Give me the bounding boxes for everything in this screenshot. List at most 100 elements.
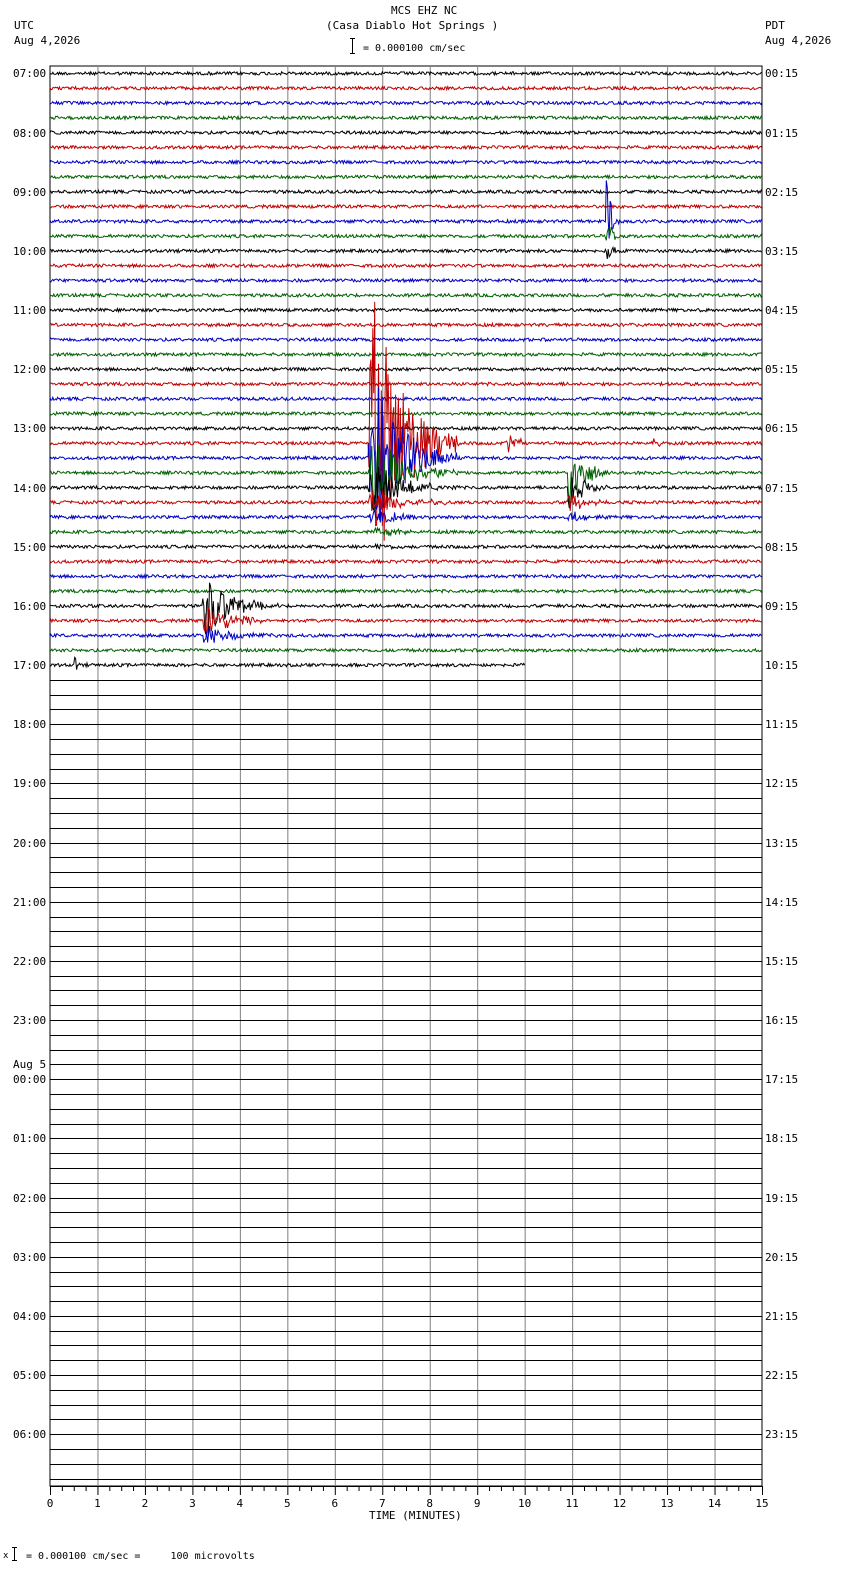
utc-hour-label: 17:00 — [13, 659, 47, 672]
trace-row — [49, 351, 763, 358]
trace-row — [49, 647, 763, 654]
utc-hour-label: 00:00 — [13, 1073, 47, 1086]
x-tick-label: 10 — [518, 1497, 531, 1510]
footer-scale-text: = 0.000100 cm/sec = 100 microvolts — [26, 1551, 255, 1562]
utc-hour-label: 19:00 — [13, 777, 47, 790]
trace-row — [49, 336, 763, 343]
x-tick-label: 15 — [755, 1497, 768, 1510]
trace-row — [49, 380, 763, 388]
trace-row — [49, 587, 763, 595]
utc-hour-label: 18:00 — [13, 718, 47, 731]
utc-hour-label: 23:00 — [13, 1014, 47, 1027]
pdt-hour-label: 17:15 — [765, 1073, 799, 1086]
trace-row — [49, 70, 763, 77]
utc-hour-label: 03:00 — [13, 1251, 47, 1264]
utc-hour-label: 10:00 — [13, 245, 47, 258]
pdt-hour-label: 07:15 — [765, 482, 799, 495]
utc-hour-label: 04:00 — [13, 1310, 47, 1323]
station-location: (Casa Diablo Hot Springs ) — [326, 19, 499, 32]
trace-row — [49, 306, 763, 314]
x-tick-label: 1 — [94, 1497, 101, 1510]
trace-row — [49, 158, 763, 166]
trace-row — [49, 277, 763, 284]
footer-scale-icon — [12, 1547, 17, 1561]
x-tick-label: 9 — [474, 1497, 481, 1510]
seismic-traces — [49, 70, 763, 670]
trace-row — [49, 395, 763, 402]
right-timezone: PDT — [765, 19, 785, 32]
trace-row — [49, 410, 763, 417]
pdt-hour-label: 12:15 — [765, 777, 799, 790]
trace-row — [49, 542, 763, 551]
pdt-hour-label: 06:15 — [765, 422, 799, 435]
utc-hour-label: 02:00 — [13, 1192, 47, 1205]
x-tick-label: 13 — [660, 1497, 673, 1510]
trace-row — [49, 262, 763, 269]
trace-row — [49, 188, 763, 195]
pdt-hour-label: 01:15 — [765, 127, 799, 140]
utc-hour-label: 12:00 — [13, 363, 47, 376]
pdt-hour-label: 02:15 — [765, 186, 799, 199]
trace-row — [49, 626, 763, 643]
utc-hour-label: 20:00 — [13, 837, 47, 850]
trace-row — [49, 99, 763, 107]
utc-hour-label: 15:00 — [13, 541, 47, 554]
pdt-hour-label: 21:15 — [765, 1310, 799, 1323]
utc-hour-label: 16:00 — [13, 600, 47, 613]
x-axis-title: TIME (MINUTES) — [369, 1509, 462, 1522]
pdt-hour-label: 05:15 — [765, 363, 799, 376]
footer-mark: x — [3, 1551, 9, 1561]
trace-row — [49, 558, 763, 565]
trace-row — [49, 227, 763, 241]
trace-row — [49, 203, 763, 210]
trace-row — [49, 607, 763, 637]
utc-hour-label: 14:00 — [13, 482, 47, 495]
pdt-hour-label: 08:15 — [765, 541, 799, 554]
trace-row — [49, 144, 763, 151]
trace-row — [49, 129, 763, 136]
utc-hour-label: 13:00 — [13, 422, 47, 435]
x-tick-label: 11 — [566, 1497, 579, 1510]
right-date: Aug 4,2026 — [765, 34, 832, 47]
trace-row — [49, 526, 763, 538]
seismogram-plot: 0 1 2 3 4 5 6 7 8 9 10 11 12 13 14 15 — [47, 65, 769, 1510]
trace-row — [49, 180, 763, 239]
utc-hour-label: 01:00 — [13, 1132, 47, 1145]
station-title: MCS EHZ NC — [391, 4, 458, 17]
x-tick-label: 0 — [47, 1497, 54, 1510]
x-tick-label: 3 — [189, 1497, 196, 1510]
trace-row — [49, 321, 763, 328]
left-timezone: UTC — [14, 19, 34, 32]
pdt-hour-label: 04:15 — [765, 304, 799, 317]
pdt-hour-label: 15:15 — [765, 955, 799, 968]
pdt-hour-label: 14:15 — [765, 896, 799, 909]
x-tick-label: 12 — [613, 1497, 626, 1510]
utc-hour-label: 06:00 — [13, 1428, 47, 1441]
utc-hour-label: 08:00 — [13, 127, 47, 140]
pdt-hour-label: 18:15 — [765, 1132, 799, 1145]
amplitude-scale-icon — [350, 38, 355, 54]
x-tick-label: 4 — [237, 1497, 244, 1510]
left-date: Aug 4,2026 — [14, 34, 81, 47]
trace-row — [49, 573, 763, 580]
x-tick-label: 6 — [331, 1497, 338, 1510]
x-tick-label: 5 — [284, 1497, 291, 1510]
trace-row — [49, 301, 763, 541]
pdt-hour-label: 20:15 — [765, 1251, 799, 1264]
plot-grid — [49, 65, 763, 1487]
trace-row — [49, 84, 763, 92]
pdt-hour-label: 16:15 — [765, 1014, 799, 1027]
utc-hour-label: 07:00 — [13, 67, 47, 80]
trace-row — [49, 509, 763, 524]
trace-row — [49, 245, 763, 260]
trace-row — [49, 366, 763, 373]
trace-row — [49, 490, 763, 512]
pdt-hour-label: 10:15 — [765, 659, 799, 672]
pdt-hour-label: 00:15 — [765, 67, 799, 80]
pdt-hour-label: 23:15 — [765, 1428, 799, 1441]
utc-hour-label: 22:00 — [13, 955, 47, 968]
x-axis: 0 1 2 3 4 5 6 7 8 9 10 11 12 13 14 15 — [47, 1486, 769, 1510]
utc-hour-label: 05:00 — [13, 1369, 47, 1382]
trace-row — [49, 173, 763, 180]
trace-row — [49, 114, 763, 121]
